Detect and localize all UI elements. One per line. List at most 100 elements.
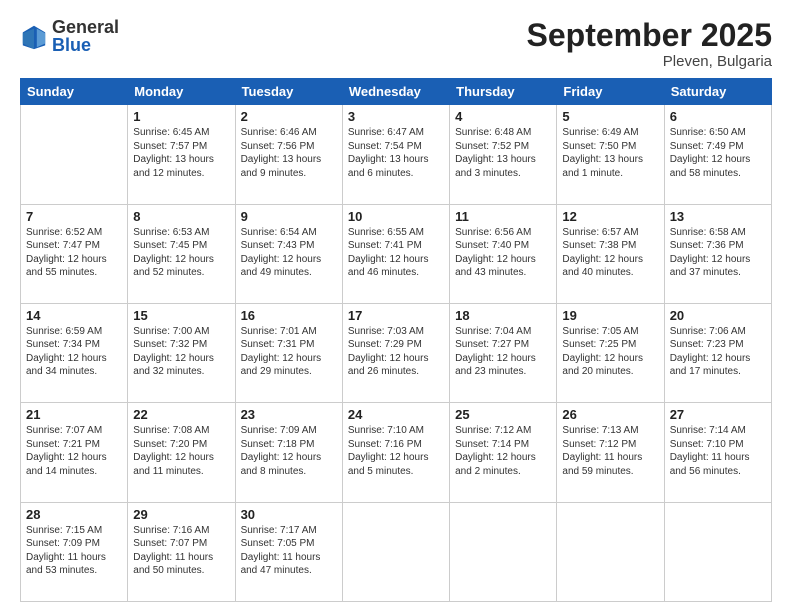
day-number: 8 bbox=[133, 209, 229, 224]
day-number: 11 bbox=[455, 209, 551, 224]
calendar-cell: 18Sunrise: 7:04 AM Sunset: 7:27 PM Dayli… bbox=[450, 303, 557, 402]
day-number: 12 bbox=[562, 209, 658, 224]
day-number: 10 bbox=[348, 209, 444, 224]
calendar-cell: 12 Sunrise: 6:57 AM Sunset: 7:38 PM Dayli… bbox=[557, 204, 664, 303]
day-info: Sunrise: 7:16 AM Sunset: 7:07 PM Dayligh… bbox=[133, 524, 229, 578]
day-number: 1 bbox=[133, 109, 229, 124]
calendar-cell: 16Sunrise: 7:01 AM Sunset: 7:31 PM Dayli… bbox=[235, 303, 342, 402]
subtitle: Pleven, Bulgaria bbox=[527, 53, 772, 70]
day-number: 9 bbox=[241, 209, 337, 224]
day-info: Sunrise: 7:10 AM Sunset: 7:16 PM Dayligh… bbox=[348, 424, 444, 478]
calendar-cell: 17Sunrise: 7:03 AM Sunset: 7:29 PM Dayli… bbox=[342, 303, 449, 402]
day-info: Sunrise: 7:13 AM Sunset: 7:12 PM Dayligh… bbox=[562, 424, 658, 478]
day-number: 18 bbox=[455, 308, 551, 323]
logo-icon bbox=[20, 23, 48, 51]
day-info: Sunrise: 6:58 AM Sunset: 7:36 PM Dayligh… bbox=[670, 226, 766, 280]
calendar-cell: 9 Sunrise: 6:54 AM Sunset: 7:43 PM Daylig… bbox=[235, 204, 342, 303]
day-info: Sunrise: 6:57 AM Sunset: 7:38 PM Dayligh… bbox=[562, 226, 658, 280]
day-info: Sunrise: 7:07 AM Sunset: 7:21 PM Dayligh… bbox=[26, 424, 122, 478]
weekday-header: Friday bbox=[557, 79, 664, 105]
day-number: 23 bbox=[241, 407, 337, 422]
calendar-cell: 21 Sunrise: 7:07 AM Sunset: 7:21 PM Dayli… bbox=[21, 403, 128, 502]
day-info: Sunrise: 6:46 AM Sunset: 7:56 PM Dayligh… bbox=[241, 126, 337, 180]
weekday-header: Tuesday bbox=[235, 79, 342, 105]
day-number: 14 bbox=[26, 308, 122, 323]
day-info: Sunrise: 6:52 AM Sunset: 7:47 PM Dayligh… bbox=[26, 226, 122, 280]
logo-general: General bbox=[52, 18, 119, 36]
calendar-cell: 3 Sunrise: 6:47 AM Sunset: 7:54 PM Daylig… bbox=[342, 105, 449, 204]
week-row: 21 Sunrise: 7:07 AM Sunset: 7:21 PM Dayli… bbox=[21, 403, 772, 502]
day-number: 22 bbox=[133, 407, 229, 422]
calendar-cell bbox=[21, 105, 128, 204]
day-number: 28 bbox=[26, 507, 122, 522]
day-info: Sunrise: 7:05 AM Sunset: 7:25 PM Dayligh… bbox=[562, 325, 658, 379]
day-info: Sunrise: 6:47 AM Sunset: 7:54 PM Dayligh… bbox=[348, 126, 444, 180]
day-info: Sunrise: 7:09 AM Sunset: 7:18 PM Dayligh… bbox=[241, 424, 337, 478]
day-number: 27 bbox=[670, 407, 766, 422]
weekday-header: Saturday bbox=[664, 79, 771, 105]
weekday-header-row: SundayMondayTuesdayWednesdayThursdayFrid… bbox=[21, 79, 772, 105]
calendar-cell bbox=[557, 502, 664, 601]
logo: General Blue bbox=[20, 18, 119, 54]
week-row: 28 Sunrise: 7:15 AM Sunset: 7:09 PM Dayli… bbox=[21, 502, 772, 601]
calendar-cell: 19 Sunrise: 7:05 AM Sunset: 7:25 PM Dayli… bbox=[557, 303, 664, 402]
day-number: 30 bbox=[241, 507, 337, 522]
day-number: 5 bbox=[562, 109, 658, 124]
logo-blue: Blue bbox=[52, 36, 119, 54]
day-info: Sunrise: 6:48 AM Sunset: 7:52 PM Dayligh… bbox=[455, 126, 551, 180]
calendar-cell: 24Sunrise: 7:10 AM Sunset: 7:16 PM Dayli… bbox=[342, 403, 449, 502]
day-number: 21 bbox=[26, 407, 122, 422]
day-info: Sunrise: 6:55 AM Sunset: 7:41 PM Dayligh… bbox=[348, 226, 444, 280]
page: General Blue September 2025 Pleven, Bulg… bbox=[0, 0, 792, 612]
calendar-cell bbox=[664, 502, 771, 601]
weekday-header: Monday bbox=[128, 79, 235, 105]
calendar-cell: 4 Sunrise: 6:48 AM Sunset: 7:52 PM Daylig… bbox=[450, 105, 557, 204]
day-info: Sunrise: 7:00 AM Sunset: 7:32 PM Dayligh… bbox=[133, 325, 229, 379]
day-info: Sunrise: 6:53 AM Sunset: 7:45 PM Dayligh… bbox=[133, 226, 229, 280]
calendar-cell: 23 Sunrise: 7:09 AM Sunset: 7:18 PM Dayli… bbox=[235, 403, 342, 502]
day-info: Sunrise: 7:15 AM Sunset: 7:09 PM Dayligh… bbox=[26, 524, 122, 578]
week-row: 1 Sunrise: 6:45 AM Sunset: 7:57 PM Daylig… bbox=[21, 105, 772, 204]
day-number: 2 bbox=[241, 109, 337, 124]
calendar-cell: 7 Sunrise: 6:52 AM Sunset: 7:47 PM Daylig… bbox=[21, 204, 128, 303]
day-number: 29 bbox=[133, 507, 229, 522]
day-number: 19 bbox=[562, 308, 658, 323]
calendar: SundayMondayTuesdayWednesdayThursdayFrid… bbox=[20, 78, 772, 602]
day-number: 25 bbox=[455, 407, 551, 422]
calendar-cell: 22 Sunrise: 7:08 AM Sunset: 7:20 PM Dayli… bbox=[128, 403, 235, 502]
calendar-cell: 2 Sunrise: 6:46 AM Sunset: 7:56 PM Daylig… bbox=[235, 105, 342, 204]
day-info: Sunrise: 6:45 AM Sunset: 7:57 PM Dayligh… bbox=[133, 126, 229, 180]
day-number: 7 bbox=[26, 209, 122, 224]
week-row: 7 Sunrise: 6:52 AM Sunset: 7:47 PM Daylig… bbox=[21, 204, 772, 303]
calendar-cell: 13 Sunrise: 6:58 AM Sunset: 7:36 PM Dayli… bbox=[664, 204, 771, 303]
weekday-header: Sunday bbox=[21, 79, 128, 105]
day-number: 6 bbox=[670, 109, 766, 124]
day-number: 4 bbox=[455, 109, 551, 124]
calendar-cell: 6 Sunrise: 6:50 AM Sunset: 7:49 PM Daylig… bbox=[664, 105, 771, 204]
day-number: 16 bbox=[241, 308, 337, 323]
logo-text: General Blue bbox=[52, 18, 119, 54]
day-number: 3 bbox=[348, 109, 444, 124]
day-number: 15 bbox=[133, 308, 229, 323]
calendar-cell: 28 Sunrise: 7:15 AM Sunset: 7:09 PM Dayli… bbox=[21, 502, 128, 601]
day-number: 13 bbox=[670, 209, 766, 224]
calendar-cell: 30Sunrise: 7:17 AM Sunset: 7:05 PM Dayli… bbox=[235, 502, 342, 601]
day-number: 26 bbox=[562, 407, 658, 422]
calendar-cell: 27Sunrise: 7:14 AM Sunset: 7:10 PM Dayli… bbox=[664, 403, 771, 502]
calendar-cell bbox=[450, 502, 557, 601]
day-info: Sunrise: 7:06 AM Sunset: 7:23 PM Dayligh… bbox=[670, 325, 766, 379]
header: General Blue September 2025 Pleven, Bulg… bbox=[20, 18, 772, 70]
calendar-cell: 26 Sunrise: 7:13 AM Sunset: 7:12 PM Dayli… bbox=[557, 403, 664, 502]
day-info: Sunrise: 7:08 AM Sunset: 7:20 PM Dayligh… bbox=[133, 424, 229, 478]
day-info: Sunrise: 6:54 AM Sunset: 7:43 PM Dayligh… bbox=[241, 226, 337, 280]
month-title: September 2025 bbox=[527, 18, 772, 53]
calendar-cell: 29 Sunrise: 7:16 AM Sunset: 7:07 PM Dayli… bbox=[128, 502, 235, 601]
day-number: 17 bbox=[348, 308, 444, 323]
calendar-cell: 20 Sunrise: 7:06 AM Sunset: 7:23 PM Dayli… bbox=[664, 303, 771, 402]
weekday-header: Thursday bbox=[450, 79, 557, 105]
calendar-cell: 5Sunrise: 6:49 AM Sunset: 7:50 PM Daylig… bbox=[557, 105, 664, 204]
day-info: Sunrise: 6:50 AM Sunset: 7:49 PM Dayligh… bbox=[670, 126, 766, 180]
title-block: September 2025 Pleven, Bulgaria bbox=[527, 18, 772, 70]
day-number: 20 bbox=[670, 308, 766, 323]
calendar-cell: 25Sunrise: 7:12 AM Sunset: 7:14 PM Dayli… bbox=[450, 403, 557, 502]
